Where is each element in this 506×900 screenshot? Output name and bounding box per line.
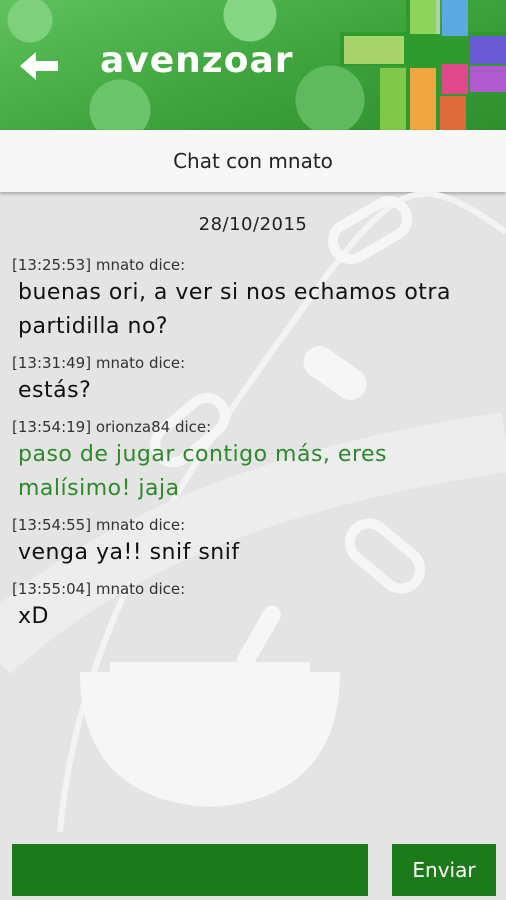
message: [13:55:04] mnato dice: xD [12, 578, 496, 634]
message-input[interactable] [12, 844, 368, 896]
back-button[interactable] [18, 48, 60, 84]
chat-title: Chat con mnato [173, 149, 333, 173]
message: [13:54:55] mnato dice: venga ya!! snif s… [12, 514, 496, 570]
chat-area[interactable]: 28/10/2015 [13:25:53] mnato dice: buenas… [0, 192, 506, 832]
composer-bar: Enviar [0, 832, 506, 900]
arrow-left-icon [20, 52, 58, 80]
app-title: avenzoar [100, 40, 294, 81]
message-text: xD [18, 604, 49, 629]
chat-date: 28/10/2015 [198, 214, 308, 235]
message-text: estás? [18, 378, 92, 403]
message-list: [13:25:53] mnato dice: buenas ori, a ver… [12, 254, 496, 642]
send-button[interactable]: Enviar [392, 844, 496, 896]
message-meta: [13:55:04] mnato dice: [12, 580, 186, 598]
message-own: [13:54:19] orionza84 dice: paso de jugar… [12, 416, 496, 506]
message-meta: [13:54:19] orionza84 dice: [12, 418, 212, 436]
message: [13:25:53] mnato dice: buenas ori, a ver… [12, 254, 496, 344]
message-text: venga ya!! snif snif [18, 540, 240, 565]
message-meta: [13:25:53] mnato dice: [12, 256, 186, 274]
pharmacy-cross-logo [340, 0, 506, 130]
message-text: buenas ori, a ver si nos echamos otra pa… [18, 280, 451, 339]
message: [13:31:49] mnato dice: estás? [12, 352, 496, 408]
message-text: paso de jugar contigo más, eres malísimo… [18, 442, 388, 501]
message-meta: [13:31:49] mnato dice: [12, 354, 186, 372]
chat-title-bar: Chat con mnato [0, 130, 506, 192]
message-meta: [13:54:55] mnato dice: [12, 516, 186, 534]
app-header: avenzoar [0, 0, 506, 130]
